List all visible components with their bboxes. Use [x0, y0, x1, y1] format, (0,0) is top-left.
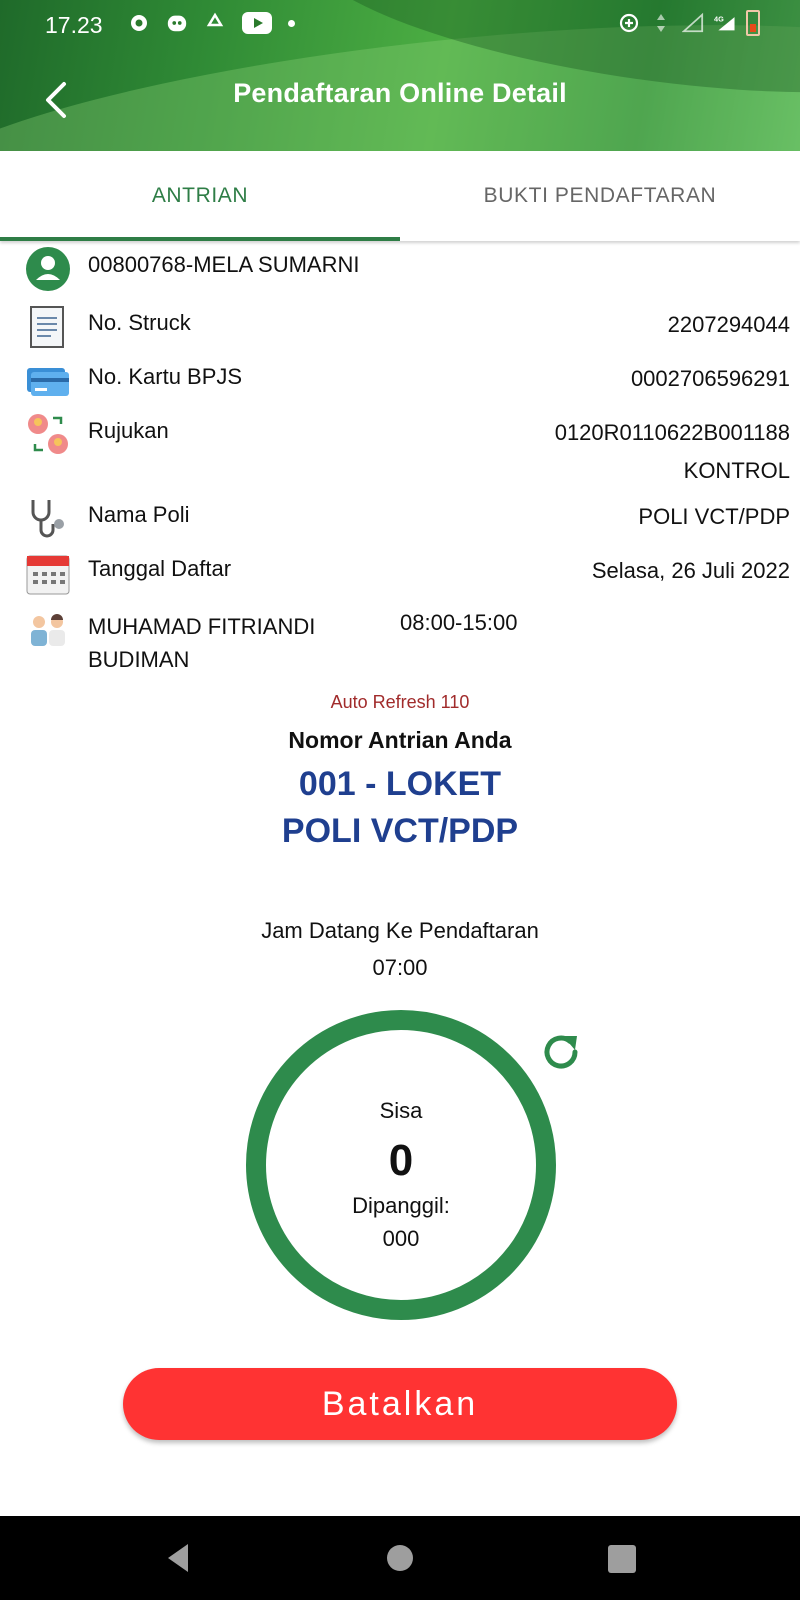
triangle-back-icon — [168, 1544, 188, 1572]
tab-bar: ANTRIAN BUKTI PENDAFTARAN — [0, 151, 800, 241]
sync-icon — [204, 12, 226, 34]
patient-row: 00800768-MELA SUMARNI — [0, 246, 800, 296]
doctor-name: MUHAMAD FITRIANDI BUDIMAN — [88, 614, 316, 672]
data-saver-icon — [618, 12, 640, 34]
calendar-icon — [25, 550, 71, 596]
notification-icon — [128, 12, 150, 34]
rujukan-type: KONTROL — [683, 458, 790, 483]
doctor-schedule: 08:00-15:00 — [400, 610, 518, 635]
refresh-button[interactable] — [537, 1028, 585, 1076]
app-bar: Pendaftaran Online Detail — [0, 50, 800, 150]
poli-label: Nama Poli — [88, 502, 190, 527]
chat-app-icon — [166, 12, 188, 34]
active-tab-indicator — [0, 237, 400, 241]
data-arrows-icon — [650, 12, 672, 34]
rujukan-row: Rujukan 0120R0110622B001188 KONTROL — [0, 410, 800, 490]
date-label: Tanggal Daftar — [88, 556, 232, 581]
patient-name: 00800768-MELA SUMARNI — [88, 252, 360, 277]
stethoscope-icon — [25, 496, 71, 542]
youtube-icon — [242, 12, 272, 34]
nav-home-button[interactable] — [387, 1545, 413, 1571]
status-time: 17.23 — [45, 12, 103, 38]
queue-label: Nomor Antrian Anda — [288, 727, 512, 753]
doctor-row: MUHAMAD FITRIANDI BUDIMAN 08:00-15:00 — [0, 604, 800, 684]
nav-recents-button[interactable] — [608, 1545, 636, 1573]
poli-row: Nama Poli POLI VCT/PDP — [0, 494, 800, 544]
battery-icon — [746, 10, 760, 36]
rujukan-label: Rujukan — [88, 418, 169, 443]
receipt-icon — [25, 304, 71, 350]
doctors-icon — [25, 606, 71, 652]
queue-number: 001 - LOKET — [298, 765, 502, 803]
user-avatar-icon — [25, 246, 71, 292]
auto-refresh-text: Auto Refresh 110 — [330, 692, 470, 712]
signal-icon — [682, 12, 704, 34]
signal-4g-icon: 4G — [714, 12, 736, 34]
bpjs-label: No. Kartu BPJS — [88, 364, 243, 389]
tab-antrian[interactable]: ANTRIAN — [0, 151, 400, 241]
remaining-label: Sisa — [379, 1098, 423, 1123]
arrival-time: 07:00 — [372, 955, 428, 980]
status-bar: 17.23 4G — [0, 0, 800, 50]
rujukan-number: 0120R0110622B001188 — [554, 420, 790, 445]
called-value: 000 — [382, 1226, 420, 1251]
header: 17.23 4G Pendaftaran Online Detail — [0, 0, 800, 151]
referral-icon — [25, 412, 71, 458]
nav-back-button[interactable] — [160, 1540, 200, 1576]
date-value: Selasa, 26 Juli 2022 — [591, 558, 790, 583]
struck-label: No. Struck — [88, 310, 191, 335]
struck-value: 2207294044 — [667, 312, 790, 337]
poli-value: POLI VCT/PDP — [638, 504, 790, 529]
queue-poli: POLI VCT/PDP — [281, 812, 519, 850]
svg-text:4G: 4G — [714, 15, 724, 24]
arrival-label: Jam Datang Ke Pendaftaran — [261, 918, 539, 943]
called-label: Dipanggil: — [352, 1193, 450, 1218]
card-icon — [25, 358, 71, 404]
cancel-button[interactable]: Batalkan — [123, 1368, 677, 1440]
system-navigation-bar — [0, 1516, 800, 1600]
bpjs-row: No. Kartu BPJS 0002706596291 — [0, 356, 800, 406]
page-title: Pendaftaran Online Detail — [233, 78, 567, 108]
date-row: Tanggal Daftar Selasa, 26 Juli 2022 — [0, 548, 800, 598]
more-notifications-icon — [288, 19, 295, 27]
struck-row: No. Struck 2207294044 — [0, 302, 800, 352]
refresh-icon — [544, 1035, 578, 1069]
remaining-value: 0 — [388, 1136, 414, 1185]
bpjs-value: 0002706596291 — [630, 366, 790, 391]
tab-bukti-pendaftaran[interactable]: BUKTI PENDAFTARAN — [400, 151, 800, 241]
